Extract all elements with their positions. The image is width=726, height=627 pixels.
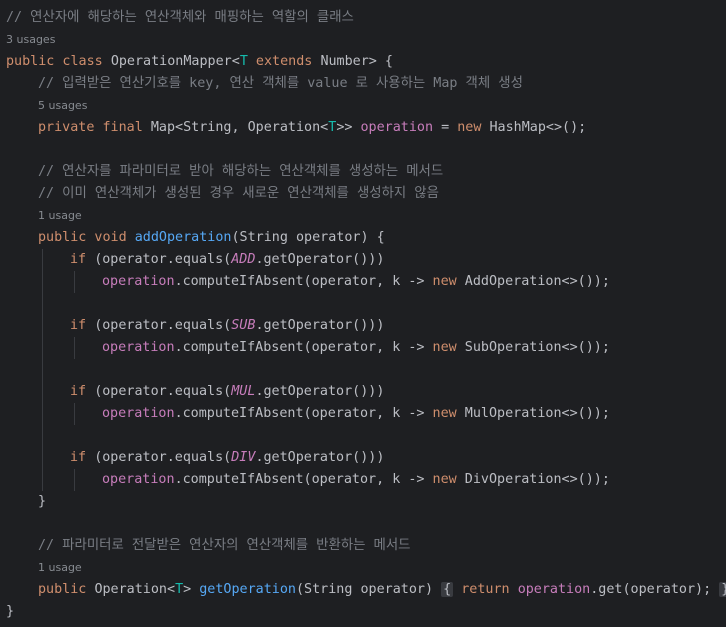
code-token: (operator.equals( [94, 384, 232, 399]
code-token: T [175, 582, 184, 597]
code-token: return [461, 582, 518, 597]
code-token: .computeIfAbsent(operator, k -> [174, 340, 433, 355]
code-token: getOperation [199, 582, 296, 597]
code-token: DivOperation<>()); [464, 472, 610, 487]
code-token: SubOperation<>()); [464, 340, 610, 355]
code-token: ADD [231, 252, 256, 267]
code-line[interactable]: if (operator.equals(SUB.getOperator())) [70, 315, 384, 337]
code-token: .computeIfAbsent(operator, k -> [174, 472, 433, 487]
code-token: >> [336, 120, 361, 135]
usages-hint[interactable]: 5 usages [38, 95, 87, 117]
code-token: MUL [231, 384, 256, 399]
code-token: public void [38, 230, 135, 245]
code-token: .get(operator); [590, 582, 720, 597]
code-line[interactable]: // 연산자를 파라미터로 받아 해당하는 연산객체를 생성하는 메서드 [38, 161, 443, 183]
code-token: (operator.equals( [94, 450, 232, 465]
code-token: } [6, 604, 15, 619]
code-token: (operator.equals( [94, 318, 232, 333]
code-token: // 연산자에 해당하는 연산객체와 매핑하는 역할의 클래스 [6, 10, 354, 25]
indent-guide [42, 249, 43, 491]
code-token: .computeIfAbsent(operator, k -> [174, 406, 433, 421]
code-line[interactable]: operation.computeIfAbsent(operator, k ->… [102, 271, 610, 293]
code-token: if [70, 384, 95, 399]
indent-guide [74, 337, 75, 359]
code-token: Map<String, Operation< [150, 120, 329, 135]
code-token: .getOperator())) [255, 384, 385, 399]
code-token: new [432, 340, 465, 355]
code-token: public [38, 582, 95, 597]
code-token: // 입력받은 연산기호를 key, 연산 객체를 value 로 사용하는 M… [38, 76, 523, 91]
code-token: operation [102, 406, 175, 421]
code-token: .computeIfAbsent(operator, k -> [174, 274, 433, 289]
code-token: addOperation [134, 230, 232, 245]
code-token: extends [247, 54, 321, 69]
code-token: T [239, 54, 248, 69]
indent-guide [74, 271, 75, 293]
code-line[interactable]: } [38, 491, 46, 513]
code-token: private final [38, 120, 151, 135]
code-line[interactable]: operation.computeIfAbsent(operator, k ->… [102, 469, 610, 491]
indent-guide [74, 403, 75, 425]
usages-hint[interactable]: 1 usage [38, 557, 82, 579]
code-line[interactable]: public void addOperation(String operator… [38, 227, 385, 249]
code-line[interactable]: if (operator.equals(ADD.getOperator())) [70, 249, 384, 271]
code-line[interactable]: private final Map<String, Operation<T>> … [38, 117, 586, 139]
fold-brace[interactable]: } [719, 582, 726, 597]
code-token: // 파라미터로 전달받은 연산자의 연산객체를 반환하는 메서드 [38, 538, 411, 553]
code-token: // 연산자를 파라미터로 받아 해당하는 연산객체를 생성하는 메서드 [38, 164, 444, 179]
code-token: > [183, 582, 200, 597]
code-token: (String operator) { [231, 230, 385, 245]
code-token: new [432, 472, 465, 487]
code-line[interactable]: operation.computeIfAbsent(operator, k ->… [102, 337, 610, 359]
code-token: if [70, 450, 95, 465]
code-token: = [433, 120, 458, 135]
code-token: MulOperation<>()); [464, 406, 610, 421]
code-token: new [432, 406, 465, 421]
code-token: operation [102, 472, 175, 487]
code-token: DIV [231, 450, 256, 465]
code-line[interactable]: operation.computeIfAbsent(operator, k ->… [102, 403, 610, 425]
code-line[interactable]: // 입력받은 연산기호를 key, 연산 객체를 value 로 사용하는 M… [38, 73, 523, 95]
code-line[interactable]: if (operator.equals(MUL.getOperator())) [70, 381, 384, 403]
code-token: (operator.equals( [94, 252, 232, 267]
code-token: operation [102, 274, 175, 289]
code-token: new [432, 274, 465, 289]
usages-hint[interactable]: 3 usages [6, 29, 55, 51]
code-line[interactable]: } [6, 601, 14, 623]
code-token: if [70, 252, 95, 267]
code-line[interactable]: public Operation<T> getOperation(String … [38, 579, 726, 601]
code-token: operation [517, 582, 591, 597]
code-token: .getOperator())) [255, 252, 385, 267]
code-token: (String operator) [296, 582, 442, 597]
code-token: public class [6, 54, 111, 69]
indent-guide [74, 469, 75, 491]
code-token: // 이미 연산객체가 생성된 경우 새로운 연산객체를 생성하지 않음 [38, 186, 439, 201]
code-token: SUB [231, 318, 256, 333]
code-token: .getOperator())) [255, 450, 385, 465]
code-token: AddOperation<>()); [464, 274, 610, 289]
code-token: Operation< [94, 582, 176, 597]
code-line[interactable]: if (operator.equals(DIV.getOperator())) [70, 447, 384, 469]
code-token: operation [360, 120, 434, 135]
usages-hint[interactable]: 1 usage [38, 205, 82, 227]
code-token: } [38, 494, 47, 509]
code-token: OperationMapper< [110, 54, 240, 69]
code-token: .getOperator())) [255, 318, 385, 333]
code-line[interactable]: // 파라미터로 전달받은 연산자의 연산객체를 반환하는 메서드 [38, 535, 410, 557]
code-token: HashMap<>(); [489, 120, 587, 135]
fold-brace[interactable]: { [441, 582, 454, 597]
code-editor[interactable]: // 연산자에 해당하는 연산객체와 매핑하는 역할의 클래스 3 usages p… [0, 0, 726, 627]
code-token: new [457, 120, 490, 135]
code-line[interactable]: // 연산자에 해당하는 연산객체와 매핑하는 역할의 클래스 [6, 7, 354, 29]
code-line[interactable]: // 이미 연산객체가 생성된 경우 새로운 연산객체를 생성하지 않음 [38, 183, 439, 205]
code-token: operation [102, 340, 175, 355]
code-token: Number> { [320, 54, 393, 69]
code-line[interactable]: public class OperationMapper<T extends N… [6, 51, 393, 73]
code-token: if [70, 318, 95, 333]
